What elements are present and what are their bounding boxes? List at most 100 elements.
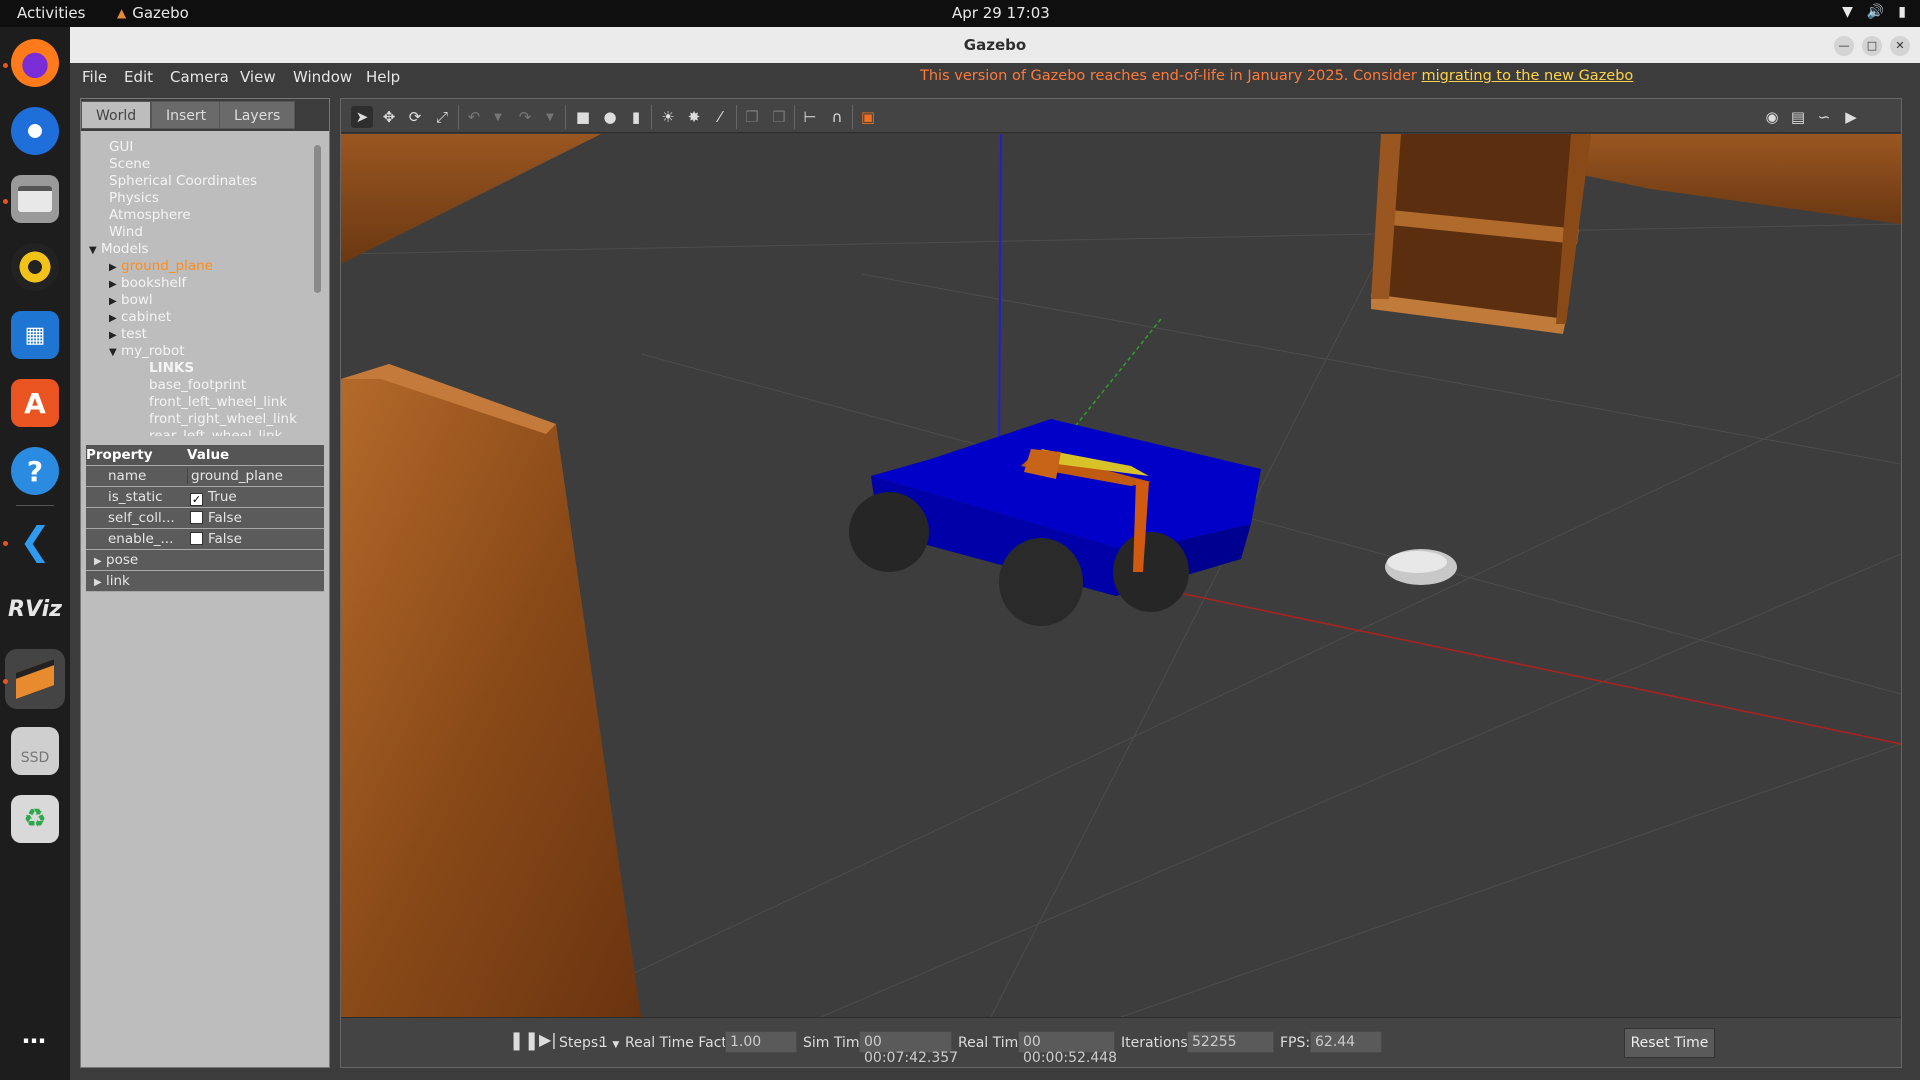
rhythmbox-icon[interactable]: [11, 243, 59, 291]
select-mode-icon[interactable]: ➤: [351, 106, 373, 128]
vscode-icon[interactable]: ❮: [11, 517, 59, 565]
chevron-down-icon[interactable]: ▼: [612, 1040, 619, 1050]
change-view-icon[interactable]: ▣: [857, 106, 879, 128]
tree-item-gui[interactable]: GUI: [109, 139, 133, 155]
directional-light-icon[interactable]: ⁄: [709, 106, 731, 128]
redo-dropdown-icon[interactable]: ▼: [539, 106, 561, 128]
property-group-link[interactable]: ▶ link: [86, 571, 324, 592]
scale-mode-icon[interactable]: ⤢: [431, 106, 453, 128]
menu-camera[interactable]: Camera: [170, 68, 229, 86]
tree-item-wind[interactable]: Wind: [109, 224, 143, 240]
snap-icon[interactable]: ∩: [826, 106, 848, 128]
paste-icon[interactable]: ❒: [768, 106, 790, 128]
ssd-icon[interactable]: SSD: [11, 727, 59, 775]
checkbox-checked-icon[interactable]: ✓: [190, 493, 203, 506]
active-app-menu[interactable]: ▲ Gazebo: [117, 4, 189, 22]
tree-item-model[interactable]: ▶ ground_plane: [109, 258, 213, 274]
tab-insert[interactable]: Insert: [151, 101, 222, 129]
reset-time-button[interactable]: Reset Time: [1624, 1028, 1715, 1058]
tree-item-models[interactable]: ▼ Models: [89, 241, 149, 257]
tree-item-link[interactable]: base_footprint: [149, 377, 246, 393]
files-icon[interactable]: [11, 175, 59, 223]
app-grid-icon[interactable]: ⋯: [11, 1017, 59, 1065]
gazebo-icon[interactable]: [5, 649, 65, 709]
minimize-button[interactable]: —: [1834, 36, 1854, 56]
tree-item-spherical-coordinates[interactable]: Spherical Coordinates: [109, 173, 257, 189]
rotate-mode-icon[interactable]: ⟳: [404, 106, 426, 128]
eol-migration-link[interactable]: migrating to the new Gazebo: [1422, 68, 1634, 84]
property-group[interactable]: ▶ pose: [94, 552, 138, 568]
translate-mode-icon[interactable]: ✥: [378, 106, 400, 128]
box-shape-icon[interactable]: ■: [572, 106, 594, 128]
tree-item-model[interactable]: ▶ cabinet: [109, 309, 171, 325]
tree-scrollbar[interactable]: [314, 145, 321, 293]
pause-icon[interactable]: ❚❚: [509, 1030, 539, 1051]
activities-button[interactable]: Activities: [17, 4, 85, 22]
step-icon[interactable]: ▶|: [539, 1030, 557, 1049]
tree-item-model[interactable]: ▶ bowl: [109, 292, 153, 308]
collapsed-arrow-icon[interactable]: ▶: [109, 296, 117, 307]
tab-world[interactable]: World: [81, 101, 152, 129]
writer-icon[interactable]: ▦: [11, 311, 59, 359]
property-group[interactable]: ▶ link: [94, 573, 130, 589]
tree-item-link[interactable]: front_right_wheel_link: [149, 411, 297, 427]
thunderbird-icon[interactable]: [11, 107, 59, 155]
trash-icon[interactable]: ♻: [11, 795, 59, 843]
point-light-icon[interactable]: ☀: [657, 106, 679, 128]
window-titlebar[interactable]: Gazebo — □ ✕: [70, 27, 1920, 63]
property-row[interactable]: name ground_plane: [86, 466, 324, 487]
redo-icon[interactable]: ↷: [514, 106, 536, 128]
tree-item-scene[interactable]: Scene: [109, 156, 150, 172]
tree-item-model[interactable]: ▶ bookshelf: [109, 275, 186, 291]
cylinder-shape-icon[interactable]: ▮: [625, 106, 647, 128]
plot-icon[interactable]: ∽: [1813, 106, 1835, 128]
checkbox-unchecked-icon[interactable]: [190, 532, 203, 545]
undo-icon[interactable]: ↶: [463, 106, 485, 128]
steps-spinner[interactable]: 1 ▼: [599, 1035, 619, 1051]
app-center-icon[interactable]: A: [11, 379, 59, 427]
expanded-arrow-icon[interactable]: ▼: [109, 347, 117, 358]
property-value[interactable]: ground_plane: [187, 468, 322, 484]
menu-view[interactable]: View: [240, 68, 276, 86]
align-icon[interactable]: ⊢: [799, 106, 821, 128]
steps-value[interactable]: 1: [599, 1035, 608, 1051]
property-row[interactable]: enable_... False: [86, 529, 324, 550]
expanded-arrow-icon[interactable]: ▼: [89, 245, 97, 256]
undo-dropdown-icon[interactable]: ▼: [487, 106, 509, 128]
rviz-icon[interactable]: RViz: [8, 585, 62, 633]
help-icon[interactable]: ?: [11, 447, 59, 495]
copy-icon[interactable]: ❐: [741, 106, 763, 128]
maximize-button[interactable]: □: [1862, 36, 1882, 56]
close-button[interactable]: ✕: [1890, 36, 1910, 56]
tree-item-link[interactable]: front_left_wheel_link: [149, 394, 287, 410]
sphere-shape-icon[interactable]: ●: [599, 106, 621, 128]
tab-layers[interactable]: Layers: [219, 101, 296, 129]
spot-light-icon[interactable]: ✸: [683, 106, 705, 128]
property-value-checkbox[interactable]: ✓ True: [187, 489, 237, 506]
tree-item-link[interactable]: rear_left_wheel_link: [149, 428, 282, 436]
collapsed-arrow-icon[interactable]: ▶: [109, 313, 117, 324]
3d-scene-view[interactable]: [341, 134, 1901, 1017]
screenshot-camera-icon[interactable]: ◉: [1761, 106, 1783, 128]
collapsed-arrow-icon[interactable]: ▶: [94, 556, 102, 567]
menu-window[interactable]: Window: [293, 68, 352, 86]
video-record-icon[interactable]: ▶: [1840, 106, 1862, 128]
firefox-icon[interactable]: [11, 39, 59, 87]
menu-help[interactable]: Help: [366, 68, 400, 86]
property-row[interactable]: self_coll... False: [86, 508, 324, 529]
collapsed-arrow-icon[interactable]: ▶: [109, 330, 117, 341]
tree-item-physics[interactable]: Physics: [109, 190, 159, 206]
system-tray[interactable]: ▼ 🔊 ▮: [1842, 4, 1906, 20]
tree-item-model[interactable]: ▶ test: [109, 326, 147, 342]
menu-file[interactable]: File: [82, 68, 107, 86]
collapsed-arrow-icon[interactable]: ▶: [94, 577, 102, 588]
menu-edit[interactable]: Edit: [124, 68, 153, 86]
collapsed-arrow-icon[interactable]: ▶: [109, 262, 117, 273]
collapsed-arrow-icon[interactable]: ▶: [109, 279, 117, 290]
tree-item-atmosphere[interactable]: Atmosphere: [109, 207, 191, 223]
property-value-checkbox[interactable]: False: [187, 510, 242, 526]
property-group-pose[interactable]: ▶ pose: [86, 550, 324, 571]
tree-item-model[interactable]: ▼ my_robot: [109, 343, 185, 359]
clock[interactable]: Apr 29 17:03: [952, 4, 1050, 22]
log-data-icon[interactable]: ▤: [1787, 106, 1809, 128]
